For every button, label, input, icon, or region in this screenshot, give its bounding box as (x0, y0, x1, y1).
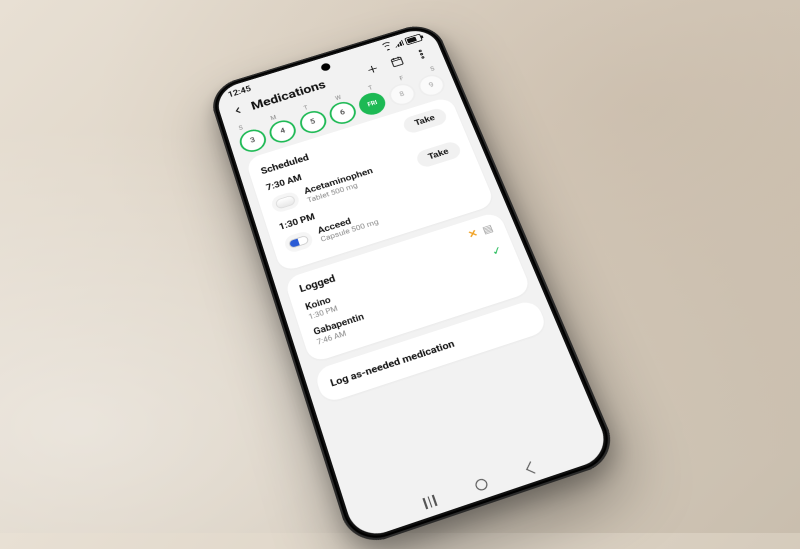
note-icon[interactable]: ▤ (481, 222, 495, 236)
plus-icon (363, 61, 381, 77)
check-icon: ✓ (490, 243, 504, 258)
skip-icon[interactable]: ✕ (466, 226, 479, 239)
day-label: M (270, 114, 277, 122)
day-label: T (303, 104, 309, 111)
take-button[interactable]: Take (414, 139, 462, 168)
system-back-button[interactable] (526, 461, 539, 473)
day-label: S (430, 65, 436, 72)
day-label: S (238, 124, 244, 131)
day-label: F (399, 75, 405, 82)
tablet-icon (270, 190, 301, 214)
day-label: W (334, 94, 342, 101)
day-label: T (368, 84, 374, 91)
chevron-left-icon (230, 103, 246, 117)
wifi-icon (382, 42, 393, 50)
calendar-button[interactable] (384, 51, 409, 72)
signal-icon (393, 39, 404, 47)
recents-button[interactable] (423, 494, 438, 509)
more-button[interactable] (409, 43, 435, 64)
home-button[interactable] (474, 477, 489, 492)
calendar-icon (388, 53, 407, 69)
add-button[interactable] (360, 58, 385, 79)
more-vertical-icon (412, 46, 431, 61)
back-button[interactable] (228, 101, 248, 119)
capsule-icon (283, 229, 315, 254)
